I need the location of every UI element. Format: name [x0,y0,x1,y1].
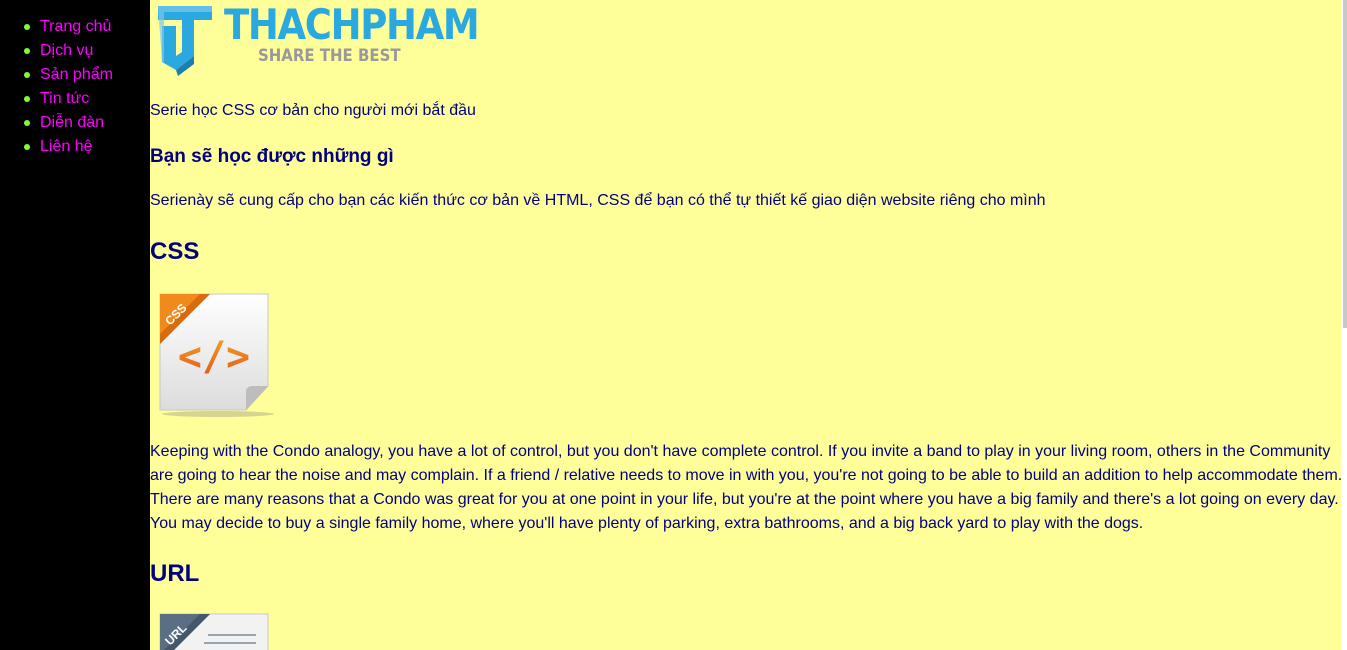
description-text: Serienày sẽ cung cấp cho bạn các kiến th… [150,192,1046,209]
nav-item-home: Trang chủ [24,15,150,39]
nav-list: Trang chủ Dịch vụ Sản phẩm Tin tức Diễn … [0,0,150,159]
bullet-icon [24,120,30,126]
bullet-icon [24,24,30,30]
logo-mark-icon [158,6,212,76]
css-file-icon: CSS </> [156,290,278,418]
bullet-icon [24,144,30,150]
sidebar-nav: Trang chủ Dịch vụ Sản phẩm Tin tức Diễn … [0,0,150,650]
scrollbar-thumb[interactable] [1343,0,1347,328]
nav-link-forum[interactable]: Diễn đàn [40,114,104,132]
main-content: THACHPHAM SHARE THE BEST Serie học CSS c… [150,0,1342,650]
bullet-icon [24,48,30,54]
nav-item-news: Tin tức [24,87,150,111]
nav-link-products[interactable]: Sản phẩm [40,66,113,84]
nav-link-home[interactable]: Trang chủ [40,18,111,36]
section-subheading: Bạn sẽ học được những gì [150,146,394,167]
intro-text: Serie học CSS cơ bản cho người mới bắt đ… [150,102,476,119]
url-heading: URL [150,560,200,587]
logo-title: THACHPHAM [224,0,480,49]
condo-paragraph: Keeping with the Condo analogy, you have… [150,443,1343,532]
nav-item-forum: Diễn đàn [24,111,150,135]
css-heading: CSS [150,238,200,265]
nav-link-news[interactable]: Tin tức [40,90,89,108]
nav-link-contact[interactable]: Liên hệ [40,138,93,156]
css-code-glyph: </> [178,334,250,380]
bullet-icon [24,72,30,78]
nav-item-services: Dịch vụ [24,39,150,63]
nav-link-services[interactable]: Dịch vụ [40,42,93,60]
nav-item-contact: Liên hệ [24,135,150,159]
url-file-icon: URL [156,612,278,650]
nav-item-products: Sản phẩm [24,63,150,87]
site-logo[interactable]: THACHPHAM SHARE THE BEST [154,0,480,78]
bullet-icon [24,96,30,102]
vertical-scrollbar[interactable] [1341,0,1347,650]
logo-tagline: SHARE THE BEST [258,46,401,66]
